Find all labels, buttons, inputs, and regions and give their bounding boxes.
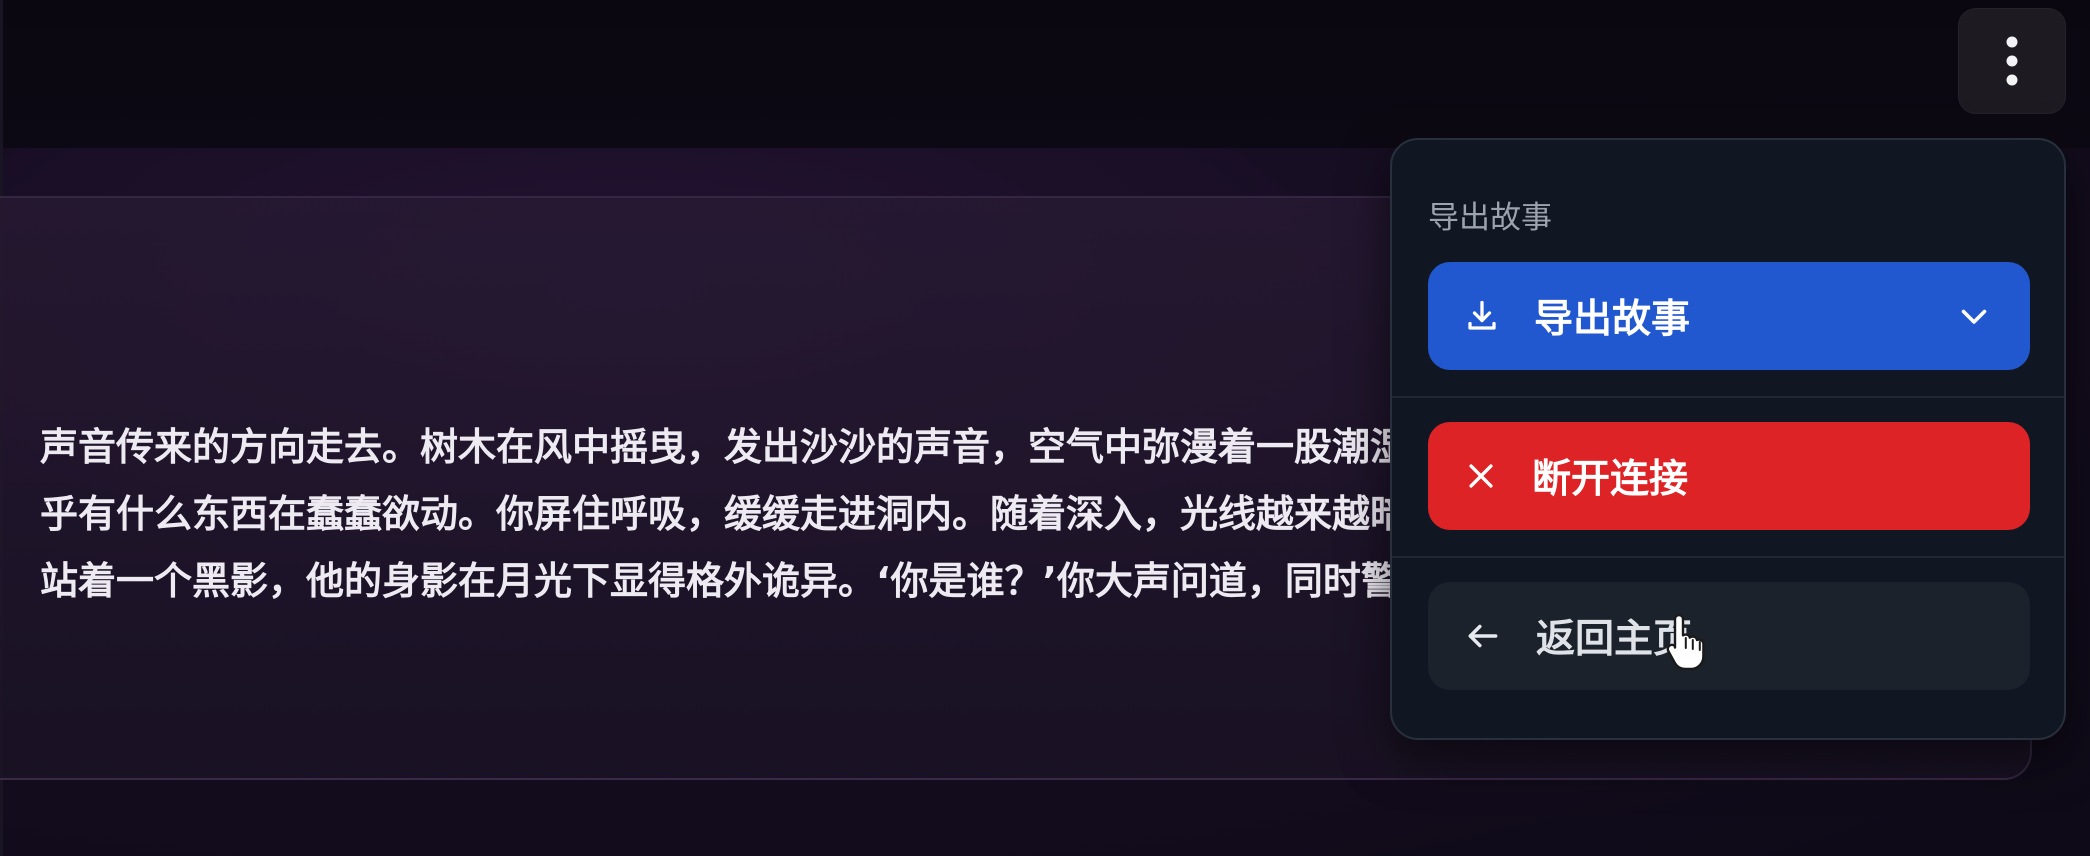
hand-pointer-cursor-icon xyxy=(1666,613,1705,670)
download-icon xyxy=(1468,300,1496,330)
dropdown-menu: 导出故事 导出故事 断开连接 返回主页 xyxy=(1390,138,2066,740)
arrow-left-icon xyxy=(1468,624,1498,648)
menu-divider xyxy=(1392,396,2064,398)
menu-divider xyxy=(1392,556,2064,558)
export-story-label: 导出故事 xyxy=(1534,297,1691,342)
export-story-button[interactable]: 导出故事 xyxy=(1428,262,2030,370)
chevron-down-icon xyxy=(1961,309,1987,324)
more-vertical-icon xyxy=(2006,36,2018,86)
disconnect-label: 断开连接 xyxy=(1532,457,1689,502)
return-home-button[interactable]: 返回主页 xyxy=(1428,582,2030,690)
disconnect-button[interactable]: 断开连接 xyxy=(1428,422,2030,530)
more-options-button[interactable] xyxy=(1958,8,2066,114)
menu-section-label: 导出故事 xyxy=(1428,200,1552,236)
top-bar xyxy=(0,0,2090,148)
close-icon xyxy=(1469,464,1493,488)
